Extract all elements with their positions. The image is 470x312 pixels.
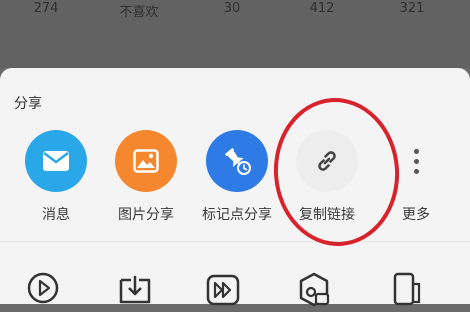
share-marker-button[interactable]: 标记点分享 [195, 130, 279, 230]
video-stats-bar: 274 不喜欢 30 412 321 [0, 0, 470, 68]
download-icon[interactable] [115, 268, 155, 308]
share-item-label: 图片分享 [118, 207, 174, 223]
share-message-button[interactable]: 消息 [14, 130, 98, 230]
replay-icon[interactable] [23, 268, 63, 308]
stat-value: 30 [223, 1, 241, 16]
copy-link-button[interactable]: 复制链接 [285, 130, 369, 230]
link-icon [296, 130, 358, 192]
share-sheet: 分享 消息 图片分享 标记点分享 复制链接 更多 [0, 68, 470, 307]
more-button[interactable]: 更多 [396, 130, 436, 230]
stat-value: 412 [309, 1, 335, 16]
stat-value: 274 [33, 1, 59, 16]
pin-clock-icon [206, 130, 268, 192]
stat-dislike-label[interactable]: 不喜欢 [119, 1, 158, 20]
settings-screen-icon[interactable] [294, 268, 334, 308]
more-vertical-icon [396, 130, 436, 192]
phone-icon[interactable] [385, 268, 425, 308]
stat-value: 321 [399, 1, 425, 16]
share-item-label: 标记点分享 [202, 207, 272, 223]
share-item-label: 消息 [42, 207, 70, 223]
fast-forward-icon[interactable] [203, 268, 243, 308]
mail-icon [25, 130, 87, 192]
share-item-label: 更多 [402, 207, 430, 223]
divider [0, 241, 470, 242]
share-item-label: 复制链接 [299, 207, 355, 223]
share-image-button[interactable]: 图片分享 [104, 130, 188, 230]
image-icon [115, 130, 177, 192]
share-sheet-title: 分享 [14, 96, 42, 112]
